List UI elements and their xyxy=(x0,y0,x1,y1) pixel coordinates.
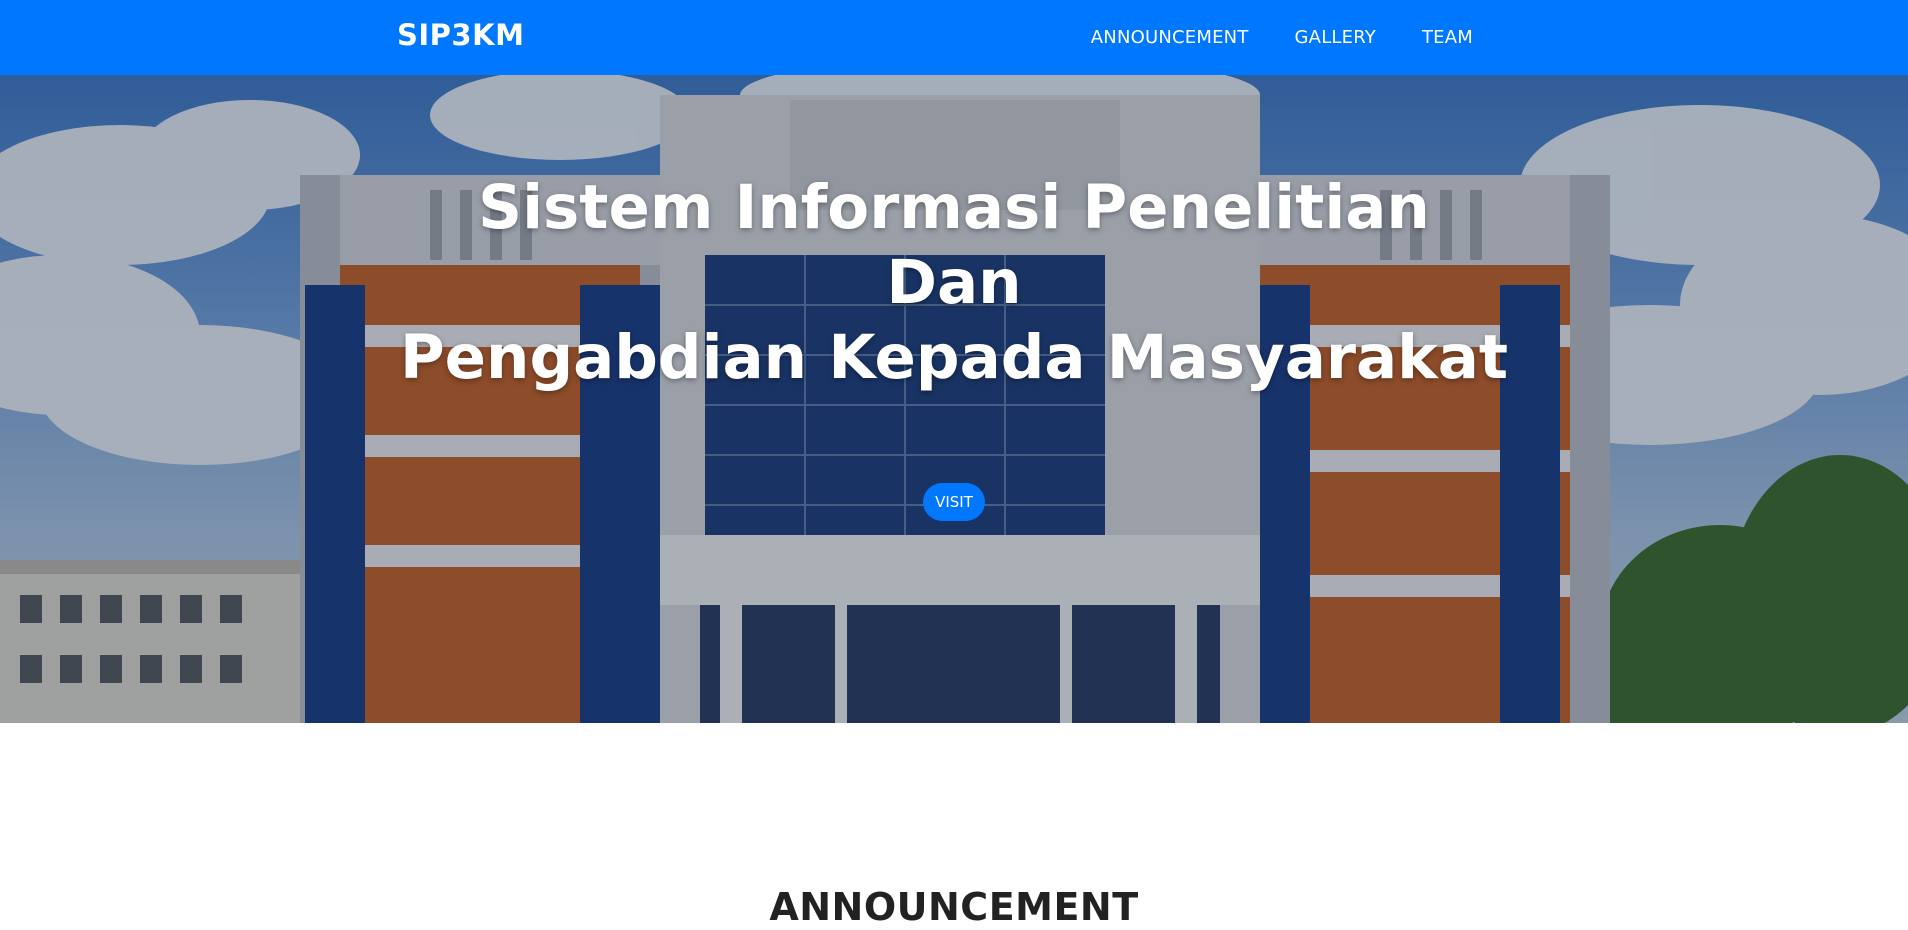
hero-title-line-3: Pengabdian Kepada Masyarakat xyxy=(399,322,1509,393)
brand-logo-link[interactable]: SIP3KM xyxy=(397,18,524,52)
visit-button[interactable]: VISIT xyxy=(923,483,985,521)
nav-link-gallery[interactable]: GALLERY xyxy=(1295,27,1376,48)
hero-section: Sistem Informasi Penelitian Dan Pengabdi… xyxy=(0,75,1908,723)
navbar: SIP3KM ANNOUNCEMENT GALLERY TEAM xyxy=(0,0,1908,75)
nav-links: ANNOUNCEMENT GALLERY TEAM xyxy=(1091,0,1473,75)
hero-title-line-1: Sistem Informasi Penelitian xyxy=(478,172,1430,243)
hero-title: Sistem Informasi Penelitian Dan Pengabdi… xyxy=(0,170,1908,395)
nav-link-announcement[interactable]: ANNOUNCEMENT xyxy=(1091,27,1249,48)
announcement-heading: ANNOUNCEMENT xyxy=(769,885,1139,929)
hero-title-line-2: Dan xyxy=(886,247,1022,318)
nav-link-team[interactable]: TEAM xyxy=(1422,27,1473,48)
